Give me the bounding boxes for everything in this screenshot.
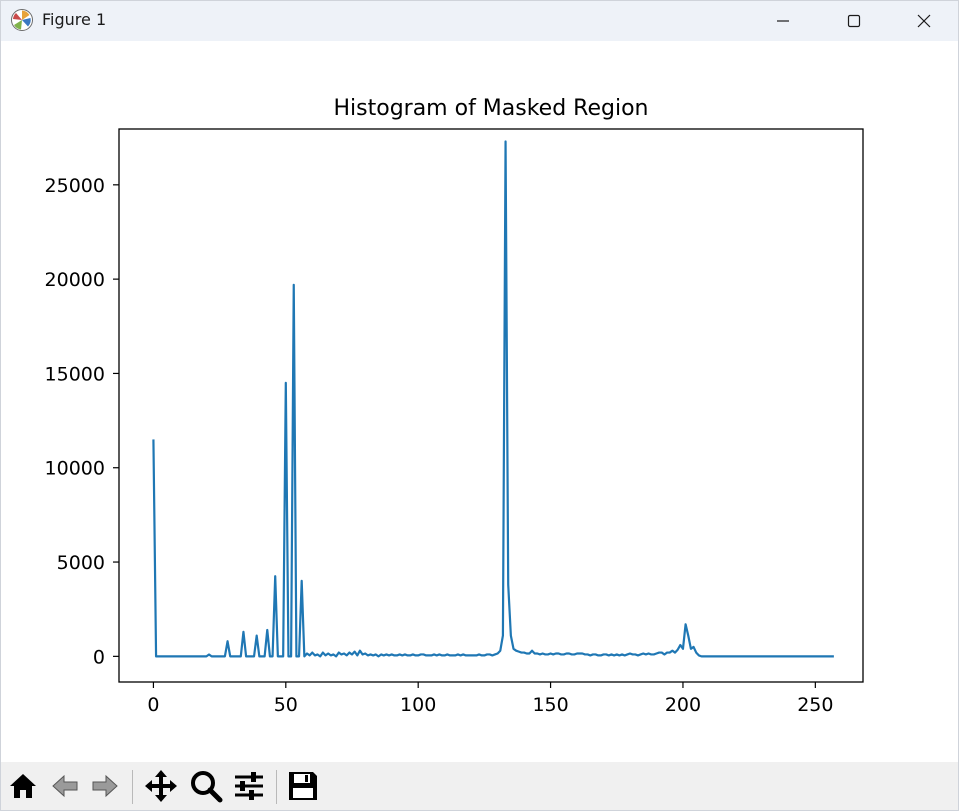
save-button[interactable]	[283, 766, 323, 806]
y-tick-label: 10000	[45, 458, 105, 480]
minimize-button[interactable]	[760, 1, 806, 41]
y-tick-label: 20000	[45, 269, 105, 291]
save-icon	[289, 772, 317, 800]
zoom-button[interactable]	[186, 766, 226, 806]
title-bar[interactable]: Figure 1	[1, 1, 958, 41]
maximize-icon	[847, 14, 861, 28]
x-tick-label: 100	[400, 694, 436, 716]
y-tick-label: 0	[93, 646, 105, 668]
axes-frame	[118, 128, 864, 683]
configure-subplots-button[interactable]	[229, 766, 269, 806]
maximize-button[interactable]	[831, 1, 877, 41]
figure-canvas[interactable]: Histogram of Masked Region 0 50 100 150 200 2…	[1, 41, 958, 762]
window-title: Figure 1	[42, 10, 107, 29]
close-icon	[917, 14, 931, 28]
configure-subplots-icon	[235, 772, 263, 800]
forward-arrow-icon	[92, 774, 118, 798]
navigation-toolbar	[1, 762, 958, 810]
y-tick-label: 5000	[57, 552, 105, 574]
home-icon	[10, 774, 36, 798]
home-button[interactable]	[3, 766, 43, 806]
x-tick-label: 0	[147, 694, 159, 716]
y-tick-label: 25000	[45, 175, 105, 197]
x-tick-label: 200	[665, 694, 701, 716]
histogram-series-line	[152, 140, 834, 658]
x-tick-label: 250	[797, 694, 833, 716]
close-button[interactable]	[901, 1, 947, 41]
x-tick-label: 50	[274, 694, 298, 716]
chart-title: Histogram of Masked Region	[333, 96, 648, 121]
toolbar-separator	[132, 770, 133, 804]
minimize-icon	[777, 20, 789, 22]
x-tick-label: 150	[532, 694, 568, 716]
y-tick-label: 15000	[45, 363, 105, 385]
matplotlib-app-icon	[11, 9, 33, 31]
back-button[interactable]	[45, 766, 85, 806]
histogram-chart: Histogram of Masked Region 0 50 100 150 200 2…	[45, 96, 864, 716]
pan-button[interactable]	[141, 766, 181, 806]
back-arrow-icon	[52, 774, 78, 798]
figure-window: Figure 1 Histogram of Masked Region 0 50 1…	[0, 0, 959, 811]
toolbar-separator	[276, 770, 277, 804]
pan-icon	[145, 770, 177, 802]
forward-button[interactable]	[85, 766, 125, 806]
zoom-icon	[191, 771, 223, 803]
